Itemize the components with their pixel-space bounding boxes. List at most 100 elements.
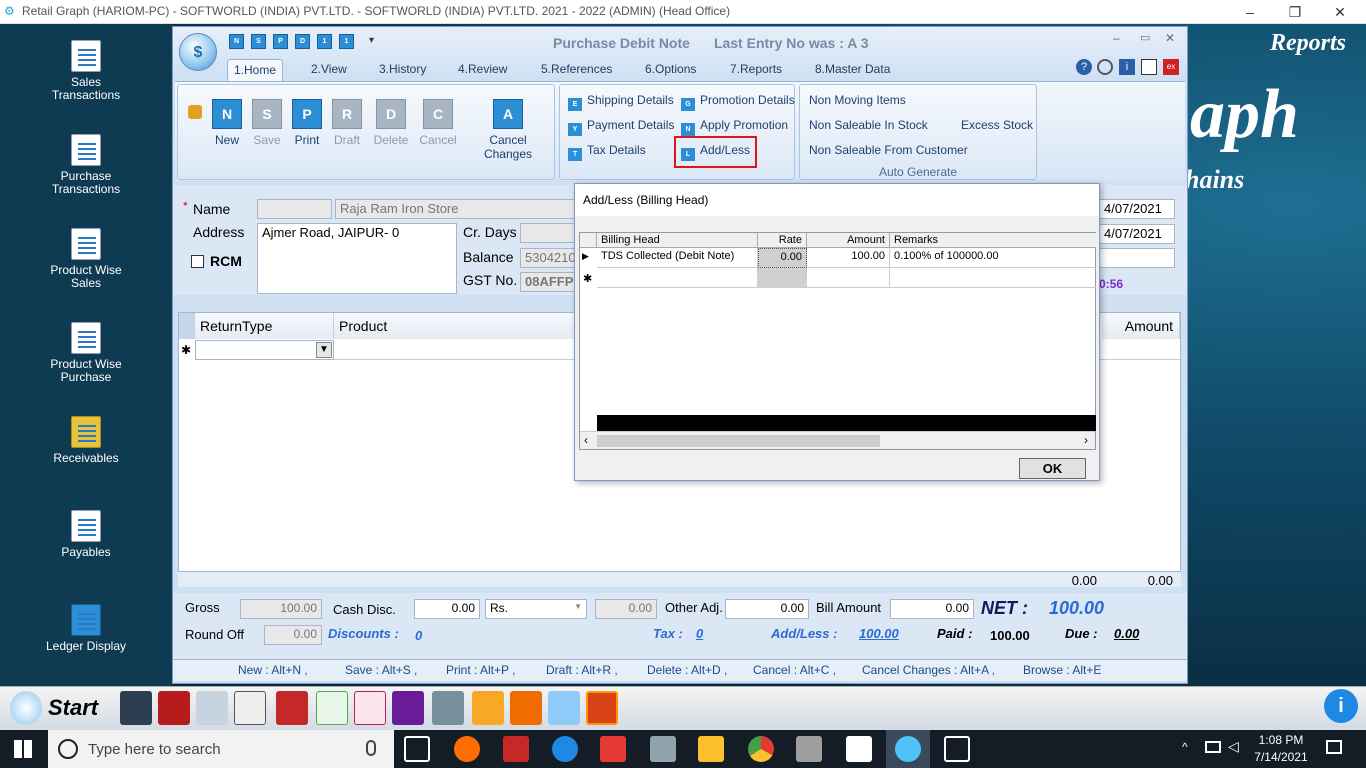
rcm-checkbox[interactable]	[191, 255, 204, 268]
qat-new-icon[interactable]: N	[229, 34, 244, 49]
app-barcode-icon[interactable]	[432, 691, 464, 725]
sidebar-item-receivables[interactable]: Receivables	[0, 416, 172, 465]
dialog-column-remarks[interactable]: Remarks	[890, 233, 1096, 248]
sticky-notes-icon[interactable]	[846, 736, 872, 762]
dialog-column-rate[interactable]: Rate	[758, 233, 807, 248]
dialog-column-amount[interactable]: Amount	[807, 233, 890, 248]
balance-field[interactable]: 5304210.	[520, 248, 576, 268]
tax-value[interactable]: 0	[696, 626, 703, 641]
add-less-value[interactable]: 100.00	[859, 626, 899, 641]
scroll-left-icon[interactable]: ‹	[584, 433, 588, 447]
sidebar-item-purchase-transactions[interactable]: Purchase Transactions	[0, 134, 172, 196]
non-moving-items-link[interactable]: Non Moving Items	[809, 93, 906, 107]
start-button[interactable]: Start	[48, 695, 98, 721]
add-less-link[interactable]: L Add/Less	[674, 136, 758, 168]
dropdown-field[interactable]	[1099, 248, 1175, 268]
app-p-icon[interactable]	[276, 691, 308, 725]
new-row-remarks[interactable]	[890, 268, 1096, 288]
qat-icon-5[interactable]: 1	[317, 34, 332, 49]
round-off-field[interactable]: 0.00	[264, 625, 322, 645]
tax-details-link[interactable]: T Tax Details	[568, 143, 646, 161]
cancel-changes-button[interactable]: A Cancel Changes	[466, 99, 550, 161]
other-adj-field[interactable]: 0.00	[725, 599, 809, 619]
microphone-icon[interactable]	[366, 740, 376, 756]
tab-view[interactable]: 2.View	[305, 59, 353, 81]
scrollbar-thumb[interactable]	[597, 435, 880, 447]
start-logo-icon[interactable]	[10, 691, 42, 725]
tab-history[interactable]: 3.History	[373, 59, 432, 81]
sidebar-item-ledger-display[interactable]: Ledger Display	[0, 604, 172, 653]
app-pe-icon[interactable]	[354, 691, 386, 725]
new-row-amount[interactable]	[807, 268, 890, 288]
row-amount[interactable]: 100.00	[807, 248, 890, 268]
address-field[interactable]: Ajmer Road, JAIPUR- 0	[257, 223, 457, 294]
app-orb-button[interactable]: $	[179, 33, 217, 71]
app-dn-icon[interactable]	[586, 691, 618, 725]
sidebar-item-product-wise-sales[interactable]: Product Wise Sales	[0, 228, 172, 290]
info-icon[interactable]: i	[1119, 59, 1135, 75]
row-billing-head[interactable]: TDS Collected (Debit Note)	[597, 248, 758, 268]
tab-master-data[interactable]: 8.Master Data	[809, 59, 896, 81]
new-row-rate[interactable]	[758, 268, 807, 288]
gross-field[interactable]: 100.00	[240, 599, 322, 619]
date-field-2[interactable]: 4/07/2021	[1099, 224, 1175, 244]
tab-options[interactable]: 6.Options	[639, 59, 702, 81]
app-stock-icon[interactable]	[234, 691, 266, 725]
shipping-details-link[interactable]: E Shipping Details	[568, 93, 674, 111]
chrome-icon[interactable]	[748, 736, 774, 762]
clock-time[interactable]: 1:08 PM	[1256, 733, 1306, 747]
qat-dropdown-icon[interactable]: ▾	[369, 35, 374, 46]
cancel-button[interactable]: C Cancel	[418, 99, 458, 147]
sidebar-item-product-wise-purchase[interactable]: Product Wise Purchase	[0, 322, 172, 384]
info-icon[interactable]: i	[1324, 689, 1358, 723]
anydesk-icon[interactable]	[600, 736, 626, 762]
tools-icon[interactable]	[796, 736, 822, 762]
sidebar-item-payables[interactable]: Payables	[0, 510, 172, 559]
save-button[interactable]: S Save	[250, 99, 284, 147]
cash-disc-field[interactable]: 0.00	[414, 599, 480, 619]
delete-button[interactable]: D Delete	[372, 99, 410, 147]
app-minimize-icon[interactable]: –	[1113, 31, 1120, 45]
tab-home[interactable]: 1.Home	[227, 59, 284, 81]
minimize-button[interactable]: –	[1230, 2, 1270, 22]
task-view-icon[interactable]	[404, 736, 430, 762]
apply-promotion-link[interactable]: N Apply Promotion	[681, 118, 788, 136]
app-re-icon[interactable]	[316, 691, 348, 725]
windows-start-icon[interactable]	[14, 740, 32, 758]
return-type-select[interactable]: ▼	[195, 340, 334, 360]
row-rate[interactable]: 0.00	[758, 248, 807, 268]
non-saleable-stock-link[interactable]: Non Saleable In Stock	[809, 118, 928, 132]
disc-percent-field[interactable]: 0.00	[595, 599, 657, 619]
cr-days-field[interactable]	[520, 223, 576, 243]
notification-icon[interactable]	[1326, 740, 1342, 754]
excess-stock-link[interactable]: Excess Stock	[961, 118, 1033, 132]
gst-field[interactable]: 08AFFPN	[520, 272, 576, 292]
app-calculator-icon[interactable]	[120, 691, 152, 725]
laptop-icon[interactable]	[650, 736, 676, 762]
rs-select[interactable]: Rs. ▼	[485, 599, 587, 619]
name-field[interactable]: Raja Ram Iron Store	[335, 199, 575, 219]
taskbar-search[interactable]: Type here to search	[48, 730, 394, 768]
app-money-icon[interactable]	[472, 691, 504, 725]
qat-icon-6[interactable]: 1	[339, 34, 354, 49]
app-maximize-icon[interactable]: ▭	[1140, 31, 1150, 44]
new-button[interactable]: N New	[210, 99, 244, 147]
sidebar-item-sales-transactions[interactable]: Sales Transactions	[0, 40, 172, 102]
print-button[interactable]: P Print	[290, 99, 324, 147]
chevron-down-icon[interactable]: ▼	[316, 342, 332, 358]
filezilla-icon[interactable]	[503, 736, 529, 762]
promotion-details-link[interactable]: G Promotion Details	[681, 93, 795, 111]
restore-button[interactable]: ❐	[1275, 2, 1315, 22]
new-row-billing-head[interactable]	[597, 268, 758, 288]
tab-references[interactable]: 5.References	[535, 59, 618, 81]
app-shapes-icon[interactable]	[510, 691, 542, 725]
app-tool-icon[interactable]	[392, 691, 424, 725]
qat-save-icon[interactable]: S	[251, 34, 266, 49]
bill-amount-field[interactable]: 0.00	[890, 599, 974, 619]
volume-icon[interactable]: ◁	[1228, 738, 1239, 755]
app-close-icon[interactable]: ✕	[1165, 31, 1175, 45]
payment-details-link[interactable]: Y Payment Details	[568, 118, 674, 136]
exit-icon[interactable]: ex	[1163, 59, 1179, 75]
draft-button[interactable]: R Draft	[330, 99, 364, 147]
row-remarks[interactable]: 0.100% of 100000.00	[890, 248, 1096, 268]
